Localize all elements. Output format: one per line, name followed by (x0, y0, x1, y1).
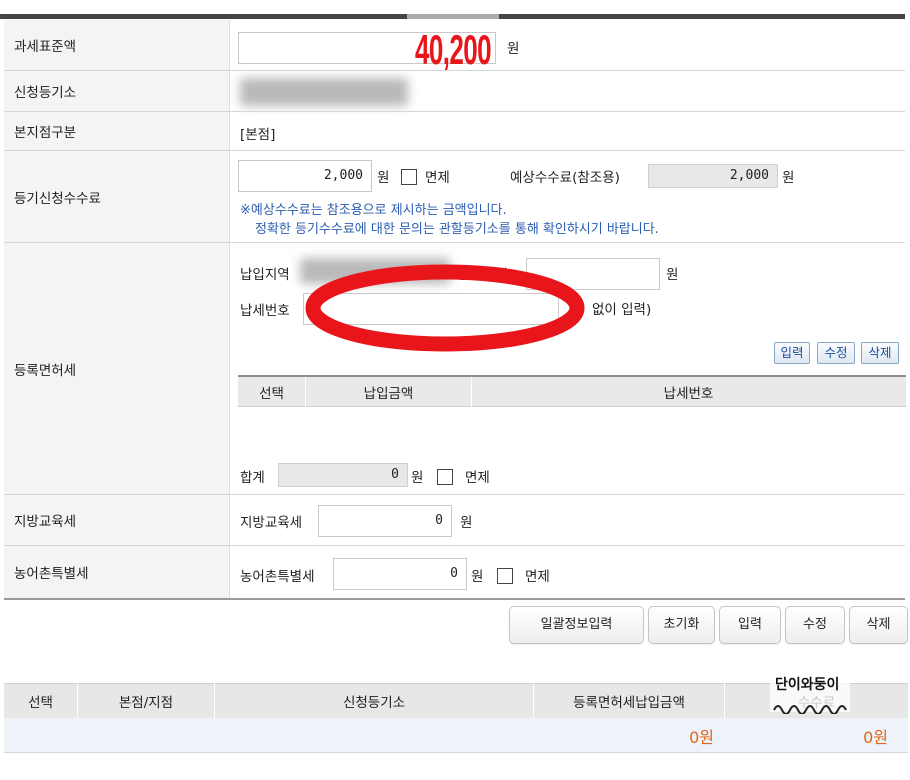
watermark-squiggle (773, 705, 847, 714)
summary-header-license-amount: 등록면허세납입금액 (573, 695, 685, 711)
license-exempt-checkbox[interactable] (437, 469, 453, 485)
registry-label: 신청등기소 (4, 71, 230, 111)
license-table-header-taxno: 납세번호 (663, 386, 714, 402)
summary-header-branch: 본점/지점 (118, 695, 174, 711)
rural-tax-input[interactable]: 0 (333, 558, 467, 590)
rural-tax-label: 농어촌특별세 (4, 546, 230, 598)
payment-amount-unit: 원 (666, 267, 679, 283)
fee-exempt-checkbox[interactable] (401, 169, 417, 185)
fee-label-text: 등기신청수수료 (14, 190, 101, 207)
fee-note-line1: ※예상수수료는 참조용으로 제시하는 금액입니다. (240, 203, 507, 218)
fee-exempt-label: 면제 (425, 170, 450, 186)
edu-tax-unit: 원 (460, 515, 473, 531)
edu-tax-input[interactable]: 0 (318, 505, 452, 537)
fee-label: 등기신청수수료 (4, 151, 230, 242)
license-input-button[interactable]: 입력 (774, 342, 810, 364)
rural-exempt-label: 면제 (525, 569, 550, 585)
expected-fee-value: 2,000 (648, 164, 778, 188)
branch-label-text: 본지점구분 (14, 125, 77, 141)
summary-fee-total: 0원 (863, 728, 888, 747)
edu-tax-field-label: 지방교육세 (240, 515, 303, 531)
license-total-value: 0 (278, 463, 408, 487)
form-bottom-border (4, 598, 905, 600)
expected-fee-unit: 원 (782, 170, 795, 186)
rural-tax-label-text: 농어촌특별세 (14, 566, 89, 582)
tax-number-label: 납세번호 (240, 303, 290, 319)
rural-tax-field-label: 농어촌특별세 (240, 569, 315, 585)
registry-label-text: 신청등기소 (14, 85, 77, 101)
license-tax-label: 등록면허세 (4, 243, 230, 494)
edu-tax-label-text: 지방교육세 (14, 514, 77, 530)
branch-label: 본지점구분 (4, 112, 230, 150)
fee-unit: 원 (377, 170, 390, 186)
bulk-info-input-button[interactable]: 일괄정보입력 (509, 606, 644, 644)
license-total-label: 합계 (240, 470, 265, 486)
license-exempt-label: 면제 (465, 470, 490, 486)
tax-number-hint: 없이 입력) (592, 302, 652, 318)
edit-button[interactable]: 수정 (785, 606, 845, 644)
registry-redacted (240, 78, 408, 106)
handwritten-circle-annotation (305, 264, 585, 352)
tax-base-unit: 원 (507, 41, 520, 57)
license-delete-button[interactable]: 삭제 (861, 342, 899, 364)
summary-license-total: 0원 (689, 728, 714, 747)
license-table-header-amount: 납입금액 (363, 386, 414, 402)
fee-input[interactable]: 2,000 (238, 160, 372, 192)
license-edit-button[interactable]: 수정 (817, 342, 855, 364)
branch-value: [본점] (240, 127, 276, 143)
input-button[interactable]: 입력 (719, 606, 781, 644)
watermark-text: 단이와둥이 (775, 677, 840, 693)
tax-base-label: 과세표준액 (4, 20, 230, 70)
active-tab-indicator (407, 14, 499, 19)
edu-tax-label: 지방교육세 (4, 495, 230, 545)
payment-region-label: 납입지역 (240, 267, 290, 283)
license-tax-label-text: 등록면허세 (14, 362, 77, 379)
rural-exempt-checkbox[interactable] (497, 568, 513, 584)
expected-fee-label: 예상수수료(참조용) (510, 170, 620, 186)
rural-tax-unit: 원 (471, 569, 484, 585)
delete-button[interactable]: 삭제 (849, 606, 908, 644)
handwritten-amount-annotation: 40,200 (415, 26, 492, 73)
license-table-header-select: 선택 (259, 386, 284, 402)
fee-note-line2: 정확한 등기수수료에 대한 문의는 관할등기소를 통해 확인하시기 바랍니다. (255, 222, 659, 237)
license-total-unit: 원 (411, 470, 424, 486)
reset-button[interactable]: 초기화 (648, 606, 715, 644)
summary-header-select: 선택 (28, 695, 53, 711)
summary-header-registry: 신청등기소 (342, 695, 406, 711)
tax-base-label-text: 과세표준액 (14, 39, 77, 55)
